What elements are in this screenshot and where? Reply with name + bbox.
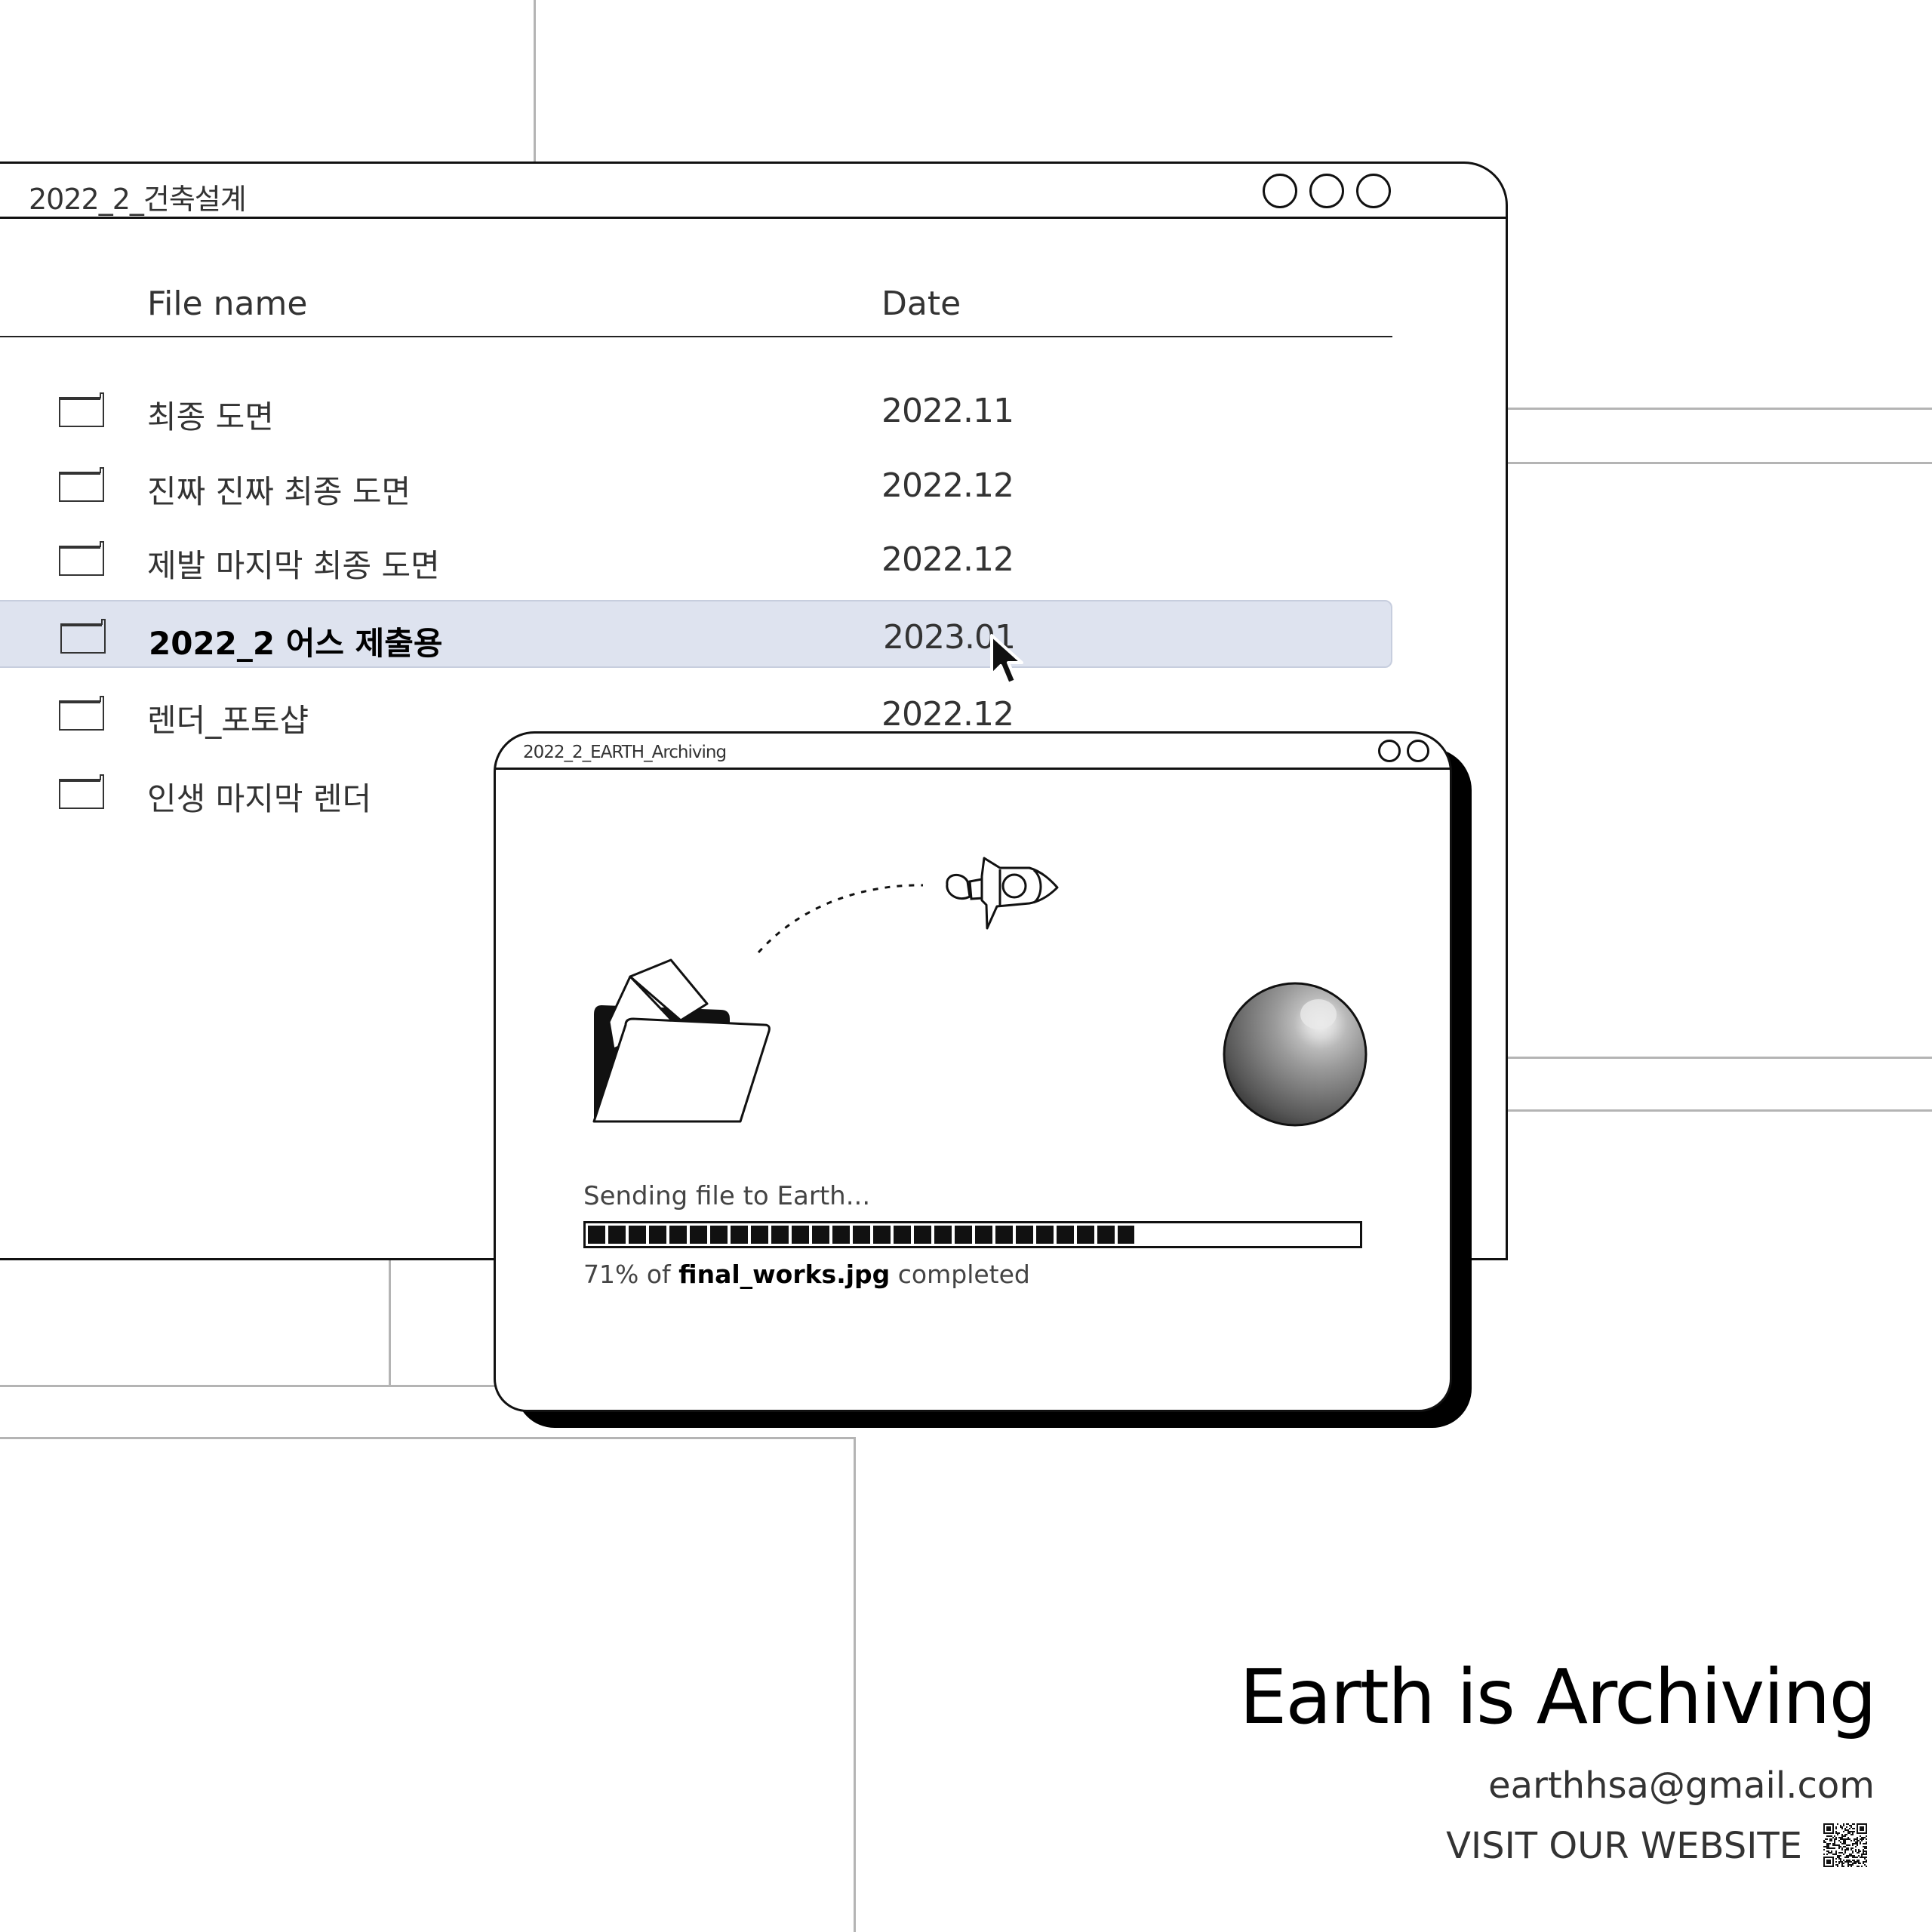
archiving-dialog: 2022_2_EARTH_Archiving Sending file to E…	[494, 731, 1452, 1412]
folder-icon	[60, 619, 106, 654]
file-date: 2022.12	[881, 540, 1014, 579]
email-link[interactable]: earthhsa@gmail.com	[1488, 1764, 1875, 1807]
file-name: 제발 마지막 최종 도면	[147, 547, 440, 584]
grid-line	[389, 1259, 391, 1387]
grid-line	[534, 0, 536, 163]
file-date: 2022.12	[881, 695, 1014, 734]
file-name: 진짜 진짜 최종 도면	[147, 473, 411, 510]
qr-code-icon[interactable]	[1823, 1823, 1867, 1867]
transfer-illustration	[592, 857, 1367, 1127]
progress-fill	[588, 1226, 1134, 1244]
progress-bar	[583, 1221, 1362, 1248]
file-row-selected[interactable]: 2022_2 어스 제출용 2023.01	[0, 600, 1392, 668]
file-date: 2022.11	[881, 392, 1014, 430]
file-date: 2022.12	[881, 466, 1014, 505]
folder-icon	[59, 467, 104, 502]
window-titlebar[interactable]: 2022_2_건축설계	[0, 164, 1506, 219]
brand-title: Earth is Archiving	[1239, 1653, 1877, 1741]
file-row[interactable]: 진짜 진짜 최종 도면 2022.12	[0, 450, 1392, 518]
open-folder-icon	[592, 958, 771, 1123]
window-control-button[interactable]	[1356, 174, 1391, 208]
grid-line	[1508, 408, 1932, 410]
file-name: 인생 마지막 렌더	[147, 780, 372, 817]
file-name: 렌더_포토샵	[147, 702, 309, 739]
grid-line	[1472, 1109, 1932, 1112]
cursor-icon	[990, 634, 1023, 685]
grid-line	[1508, 462, 1932, 464]
progress-caption-suffix: completed	[890, 1260, 1030, 1289]
grid-line	[0, 1385, 498, 1387]
folder-icon	[59, 696, 104, 731]
file-name: 2022_2 어스 제출용	[149, 625, 443, 662]
file-row[interactable]: 제발 마지막 최종 도면 2022.12	[0, 524, 1392, 592]
window-title: 2022_2_건축설계	[29, 183, 247, 216]
status-text: Sending file to Earth...	[583, 1181, 871, 1211]
rocket-icon	[946, 857, 1059, 930]
file-name: 최종 도면	[147, 398, 274, 435]
window-control-button[interactable]	[1309, 174, 1344, 208]
folder-icon	[59, 774, 104, 809]
column-header-date[interactable]: Date	[881, 285, 961, 323]
window-control-button[interactable]	[1263, 174, 1297, 208]
header-divider	[0, 336, 1392, 337]
file-row[interactable]: 최종 도면 2022.11	[0, 375, 1392, 443]
visit-website-link[interactable]: VISIT OUR WEBSITE	[1446, 1825, 1802, 1867]
grid-line	[854, 1437, 856, 1932]
column-header-file-name[interactable]: File name	[147, 285, 307, 323]
grid-line	[0, 1437, 856, 1439]
progress-caption-prefix: 71% of	[583, 1260, 679, 1289]
folder-icon	[59, 541, 104, 576]
folder-icon	[59, 392, 104, 427]
grid-line	[1472, 1057, 1932, 1059]
planet-icon	[1223, 982, 1367, 1127]
progress-filename: final_works.jpg	[678, 1260, 891, 1289]
progress-caption: 71% of final_works.jpg completed	[583, 1260, 1030, 1289]
